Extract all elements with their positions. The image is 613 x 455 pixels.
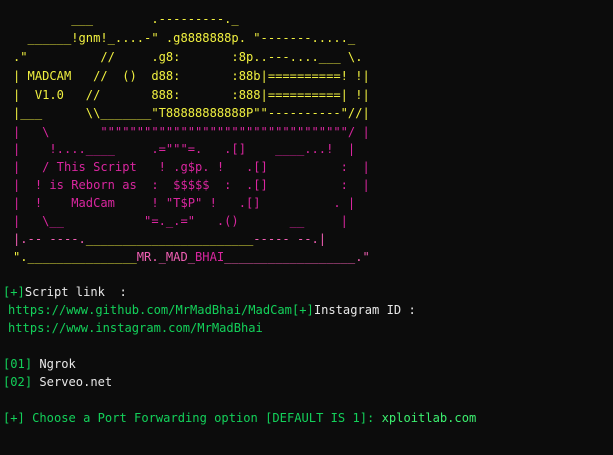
instagram-link-line: https://www.instagram.com/MrMadBhai: [8, 319, 263, 337]
menu-option-serveo[interactable]: [02] Serveo.net: [3, 373, 112, 391]
banner-line: | / This Script ! .g$p. ! .[] : |: [13, 158, 370, 176]
banner-segment: |___ \\_______"T88888888888P""----------…: [13, 106, 370, 120]
prompt-text: [+] Choose a Port Forwarding option [DEF…: [3, 411, 375, 425]
banner-line: ___ .---------._: [13, 10, 239, 28]
banner-segment: | V1.0 // 888: :888|==========| !|: [13, 88, 370, 102]
banner-line: | V1.0 // 888: :888|==========| !|: [13, 86, 370, 104]
option-number: [01]: [3, 357, 33, 371]
menu-option-ngrok[interactable]: [01] Ngrok: [3, 355, 76, 373]
banner-line: | ! MadCam ! "T$P" ! .[] . |: [13, 194, 355, 212]
banner-segment: ." // .g8: :8p..---....___ \.: [13, 50, 363, 64]
banner-segment: | MADCAM // () d88: :88b|==========! !|: [13, 69, 370, 83]
banner-segment: "._______________: [13, 250, 137, 264]
github-url[interactable]: https://www.github.com/MrMadBhai/MadCam: [8, 303, 292, 317]
banner-segment: | / This Script ! .g$p. ! .[] : |: [13, 160, 370, 174]
banner-segment: ___ .---------._: [13, 12, 239, 26]
bracket-plus: [+]: [3, 285, 25, 299]
banner-line: ." // .g8: :8p..---....___ \.: [13, 48, 363, 66]
banner-line: | ! is Reborn as : $$$$$ : .[] : |: [13, 176, 370, 194]
banner-segment: __________________.": [224, 250, 370, 264]
script-link-line: [+]Script link :: [3, 283, 127, 301]
banner-segment: _______________________: [85, 232, 254, 246]
script-link-label: Script link :: [24, 285, 127, 299]
option-label: Ngrok: [32, 357, 76, 371]
banner-line: | \__ "=._.=" .() __ |: [13, 212, 348, 230]
banner-segment: | \__ "=._.=" .() __ |: [13, 214, 348, 228]
option-number: [02]: [3, 375, 33, 389]
banner-line: "._______________MR._MAD_BHAI___________…: [13, 248, 370, 266]
banner-segment: | \ """"""""""""""""""""""""""""""""""/ …: [13, 125, 370, 139]
banner-segment: BHAI: [195, 250, 225, 264]
banner-segment: | ! is Reborn as : $$$$$ : .[] : |: [13, 178, 370, 192]
banner-segment: ----- --.|: [253, 232, 327, 246]
option-label: Serveo.net: [32, 375, 113, 389]
github-link-line: https://www.github.com/MrMadBhai/MadCam[…: [8, 301, 416, 319]
instagram-url[interactable]: https://www.instagram.com/MrMadBhai: [8, 321, 263, 335]
banner-segment: | ! MadCam ! "T$P" ! .[] . |: [13, 196, 356, 210]
prompt-input[interactable]: xploitlab.com: [374, 411, 477, 425]
banner-line: ______!gnm!_....-" .g8888888p. "-------.…: [13, 29, 356, 47]
bracket-plus: [+]: [291, 303, 314, 317]
instagram-label: Instagram ID :: [313, 303, 416, 317]
banner-segment: | !....____ .="""=. .[] ____...! |: [13, 142, 356, 156]
prompt-line: [+] Choose a Port Forwarding option [DEF…: [3, 409, 476, 427]
banner-line: | MADCAM // () d88: :88b|==========! !|: [13, 67, 370, 85]
banner-segment: |.-- ----.: [13, 232, 86, 246]
banner-segment: MR._MAD_: [136, 250, 196, 264]
banner-line: | \ """"""""""""""""""""""""""""""""""/ …: [13, 123, 370, 141]
banner-line: | !....____ .="""=. .[] ____...! |: [13, 140, 355, 158]
terminal-window: ___ .---------._ ______!gnm!_....-" .g88…: [0, 0, 613, 455]
banner-segment: ______!gnm!_....-" .g8888888p. "-------.…: [13, 31, 356, 45]
banner-line: |.-- ----._______________________----- -…: [13, 230, 326, 248]
banner-line: |___ \\_______"T88888888888P""----------…: [13, 104, 370, 122]
